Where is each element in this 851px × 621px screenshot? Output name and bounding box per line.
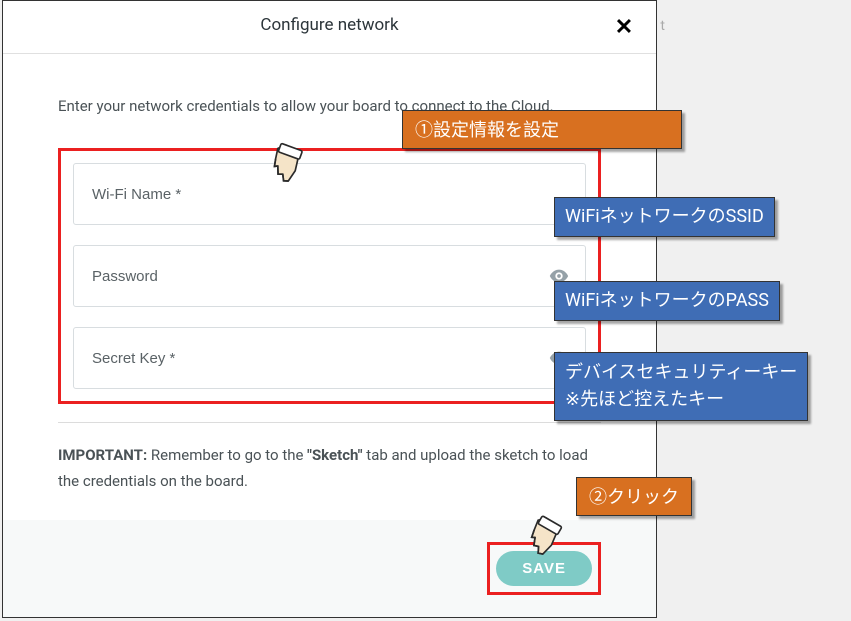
wifi-name-input[interactable]	[73, 163, 586, 225]
pointing-hand-icon	[520, 510, 568, 558]
annotation-ssid: WiFiネットワークのSSID	[554, 197, 775, 237]
sketch-tab-ref: "Sketch"	[307, 446, 362, 464]
annotation-step2: ②クリック	[576, 477, 692, 516]
annotation-pass: WiFiネットワークのPASS	[554, 281, 780, 321]
password-input[interactable]	[73, 245, 586, 307]
close-button[interactable]: ✕	[612, 15, 636, 39]
modal-title: Configure network	[260, 15, 398, 35]
wifi-name-field-wrap	[73, 163, 586, 225]
password-field-wrap	[73, 245, 586, 307]
secret-key-input[interactable]	[73, 327, 586, 389]
important-note: IMPORTANT: Remember to go to the "Sketch…	[58, 443, 601, 494]
annotation-secret: デバイスセキュリティーキー ※先ほど控えたキー	[554, 352, 808, 421]
important-label: IMPORTANT:	[58, 446, 147, 464]
modal-header: Configure network ✕	[3, 1, 656, 54]
background-obscured: t	[660, 18, 665, 34]
secret-key-field-wrap	[73, 327, 586, 389]
close-icon: ✕	[615, 14, 633, 39]
form-highlight-box	[58, 148, 601, 404]
pointing-hand-icon	[262, 137, 310, 185]
annotation-step1: ①設定情報を設定	[402, 110, 682, 149]
divider	[58, 422, 601, 423]
